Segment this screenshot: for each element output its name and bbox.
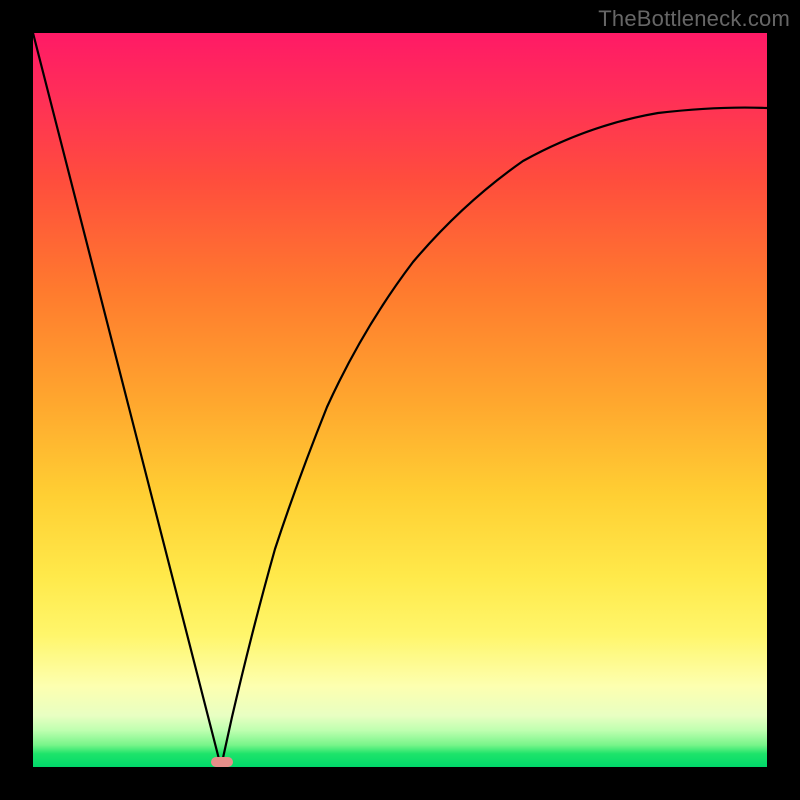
bottleneck-curve <box>33 33 767 767</box>
plot-area <box>33 33 767 767</box>
chart-frame: TheBottleneck.com <box>0 0 800 800</box>
curve-left-branch <box>33 33 221 767</box>
curve-right-branch <box>221 108 767 767</box>
watermark-text: TheBottleneck.com <box>598 6 790 32</box>
valley-marker <box>211 757 233 767</box>
